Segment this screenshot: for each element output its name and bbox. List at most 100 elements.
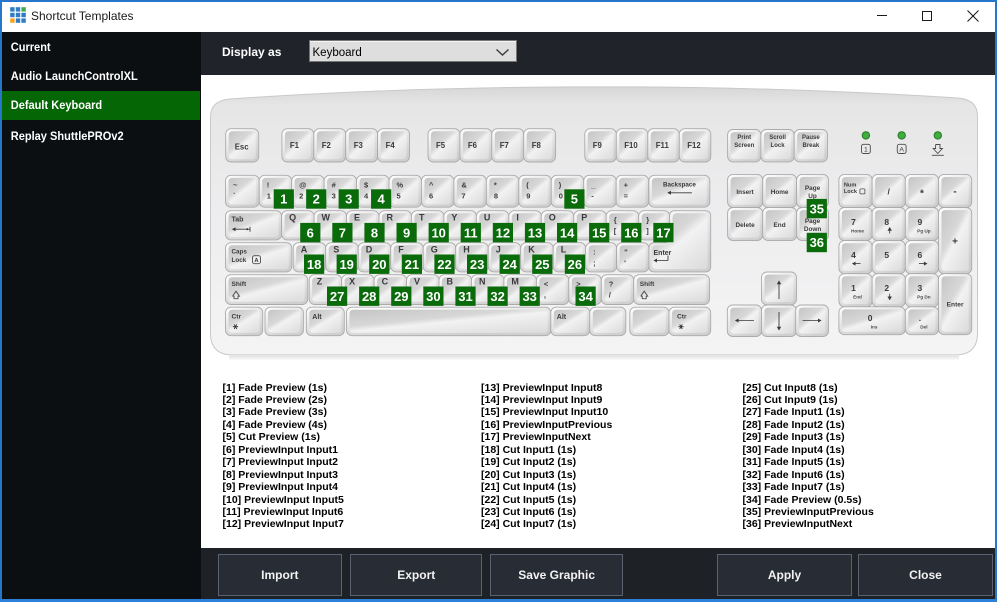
svg-text:28: 28 bbox=[362, 289, 376, 304]
svg-text:3: 3 bbox=[345, 192, 352, 207]
svg-text:Alt: Alt bbox=[312, 314, 322, 321]
svg-text:-: - bbox=[953, 186, 956, 197]
svg-text:": " bbox=[624, 248, 628, 257]
svg-text:*: * bbox=[920, 188, 924, 199]
svg-text:F10: F10 bbox=[624, 141, 638, 150]
svg-text:Ctr: Ctr bbox=[232, 314, 242, 321]
svg-text:!: ! bbox=[267, 180, 270, 189]
svg-text:18: 18 bbox=[307, 257, 321, 272]
svg-text:F5: F5 bbox=[436, 141, 446, 150]
svg-text:27: 27 bbox=[330, 289, 344, 304]
svg-text:F: F bbox=[398, 245, 404, 255]
svg-text:@: @ bbox=[299, 180, 306, 189]
svg-text:Insert: Insert bbox=[736, 189, 754, 196]
svg-text:15: 15 bbox=[592, 225, 606, 240]
svg-text:Tab: Tab bbox=[232, 217, 244, 224]
svg-text:*: * bbox=[494, 180, 497, 189]
svg-text:D: D bbox=[366, 245, 373, 255]
svg-text:Screen: Screen bbox=[734, 143, 754, 149]
svg-text:G: G bbox=[431, 245, 438, 255]
svg-text:Home: Home bbox=[771, 189, 789, 196]
svg-text:6: 6 bbox=[429, 191, 433, 200]
svg-text:5: 5 bbox=[571, 192, 578, 207]
svg-text:Delete: Delete bbox=[736, 222, 756, 229]
svg-text:F3: F3 bbox=[354, 141, 364, 150]
svg-text:Lock: Lock bbox=[232, 257, 247, 264]
svg-text:35: 35 bbox=[810, 201, 824, 216]
svg-text:10: 10 bbox=[431, 225, 445, 240]
svg-text:2: 2 bbox=[313, 192, 320, 207]
svg-text:33: 33 bbox=[522, 289, 536, 304]
svg-text:^: ^ bbox=[429, 180, 434, 189]
svg-text:9: 9 bbox=[526, 191, 530, 200]
svg-text:Ins: Ins bbox=[871, 324, 878, 329]
svg-text:P: P bbox=[581, 213, 587, 223]
svg-text:36: 36 bbox=[810, 235, 824, 250]
svg-text:Alt: Alt bbox=[557, 314, 567, 321]
svg-text:Pg Dn: Pg Dn bbox=[917, 295, 931, 300]
svg-text:A: A bbox=[899, 147, 904, 154]
svg-text:7: 7 bbox=[461, 191, 465, 200]
svg-text:Caps: Caps bbox=[232, 249, 248, 256]
svg-text:0: 0 bbox=[868, 313, 873, 323]
svg-text:21: 21 bbox=[405, 257, 419, 272]
svg-text:F4: F4 bbox=[386, 141, 396, 150]
svg-text:,: , bbox=[544, 291, 546, 300]
svg-text:14: 14 bbox=[560, 225, 575, 240]
svg-text:8: 8 bbox=[884, 217, 889, 227]
svg-text:20: 20 bbox=[372, 257, 386, 272]
svg-text:4: 4 bbox=[851, 250, 856, 260]
svg-text:}: } bbox=[646, 216, 649, 225]
svg-text:26: 26 bbox=[568, 257, 582, 272]
svg-text:13: 13 bbox=[528, 225, 542, 240]
svg-text:X: X bbox=[349, 277, 355, 287]
svg-text:C: C bbox=[382, 277, 389, 287]
svg-text:N: N bbox=[479, 277, 486, 287]
svg-text:U: U bbox=[484, 213, 491, 223]
svg-text:22: 22 bbox=[437, 257, 451, 272]
svg-text:2: 2 bbox=[299, 191, 303, 200]
svg-text:B: B bbox=[447, 277, 454, 287]
svg-text:9: 9 bbox=[918, 217, 923, 227]
svg-text:Enter: Enter bbox=[947, 302, 964, 309]
svg-text:31: 31 bbox=[458, 289, 472, 304]
svg-text:Page: Page bbox=[805, 185, 821, 192]
svg-text:Ctr: Ctr bbox=[677, 314, 687, 321]
svg-text:A: A bbox=[301, 245, 308, 255]
svg-text:F1: F1 bbox=[290, 141, 300, 150]
svg-text:9: 9 bbox=[403, 225, 410, 240]
svg-text:7: 7 bbox=[339, 225, 346, 240]
svg-text:': ' bbox=[624, 259, 626, 268]
svg-text:1: 1 bbox=[280, 192, 287, 207]
svg-text:End: End bbox=[853, 295, 862, 300]
svg-text:Shift: Shift bbox=[232, 281, 247, 288]
svg-text:+: + bbox=[952, 237, 958, 248]
svg-text:11: 11 bbox=[464, 225, 478, 240]
svg-text:&: & bbox=[461, 180, 467, 189]
svg-text:Q: Q bbox=[289, 213, 296, 223]
svg-text:Up: Up bbox=[808, 193, 817, 200]
svg-text:+: + bbox=[624, 180, 629, 189]
svg-text:29: 29 bbox=[394, 289, 408, 304]
svg-text:8: 8 bbox=[494, 191, 498, 200]
svg-text:S: S bbox=[333, 245, 339, 255]
svg-text:F2: F2 bbox=[322, 141, 332, 150]
svg-text:H: H bbox=[463, 245, 470, 255]
svg-text:16: 16 bbox=[624, 225, 638, 240]
svg-text:Break: Break bbox=[803, 143, 820, 149]
svg-text:Lock: Lock bbox=[844, 189, 858, 195]
svg-text:Esc: Esc bbox=[235, 143, 250, 152]
svg-text:1: 1 bbox=[267, 191, 271, 200]
svg-text:F6: F6 bbox=[468, 141, 478, 150]
svg-text:Backspace: Backspace bbox=[663, 181, 696, 188]
svg-text:Num: Num bbox=[844, 182, 856, 188]
svg-text:M: M bbox=[511, 277, 519, 287]
svg-text:3: 3 bbox=[332, 191, 336, 200]
svg-text:Down: Down bbox=[804, 226, 821, 233]
svg-text:F11: F11 bbox=[656, 141, 670, 150]
svg-text:3: 3 bbox=[918, 283, 923, 293]
svg-text:30: 30 bbox=[426, 289, 440, 304]
svg-text:L: L bbox=[561, 245, 567, 255]
svg-text:K: K bbox=[528, 245, 535, 255]
svg-text:?: ? bbox=[609, 280, 614, 289]
